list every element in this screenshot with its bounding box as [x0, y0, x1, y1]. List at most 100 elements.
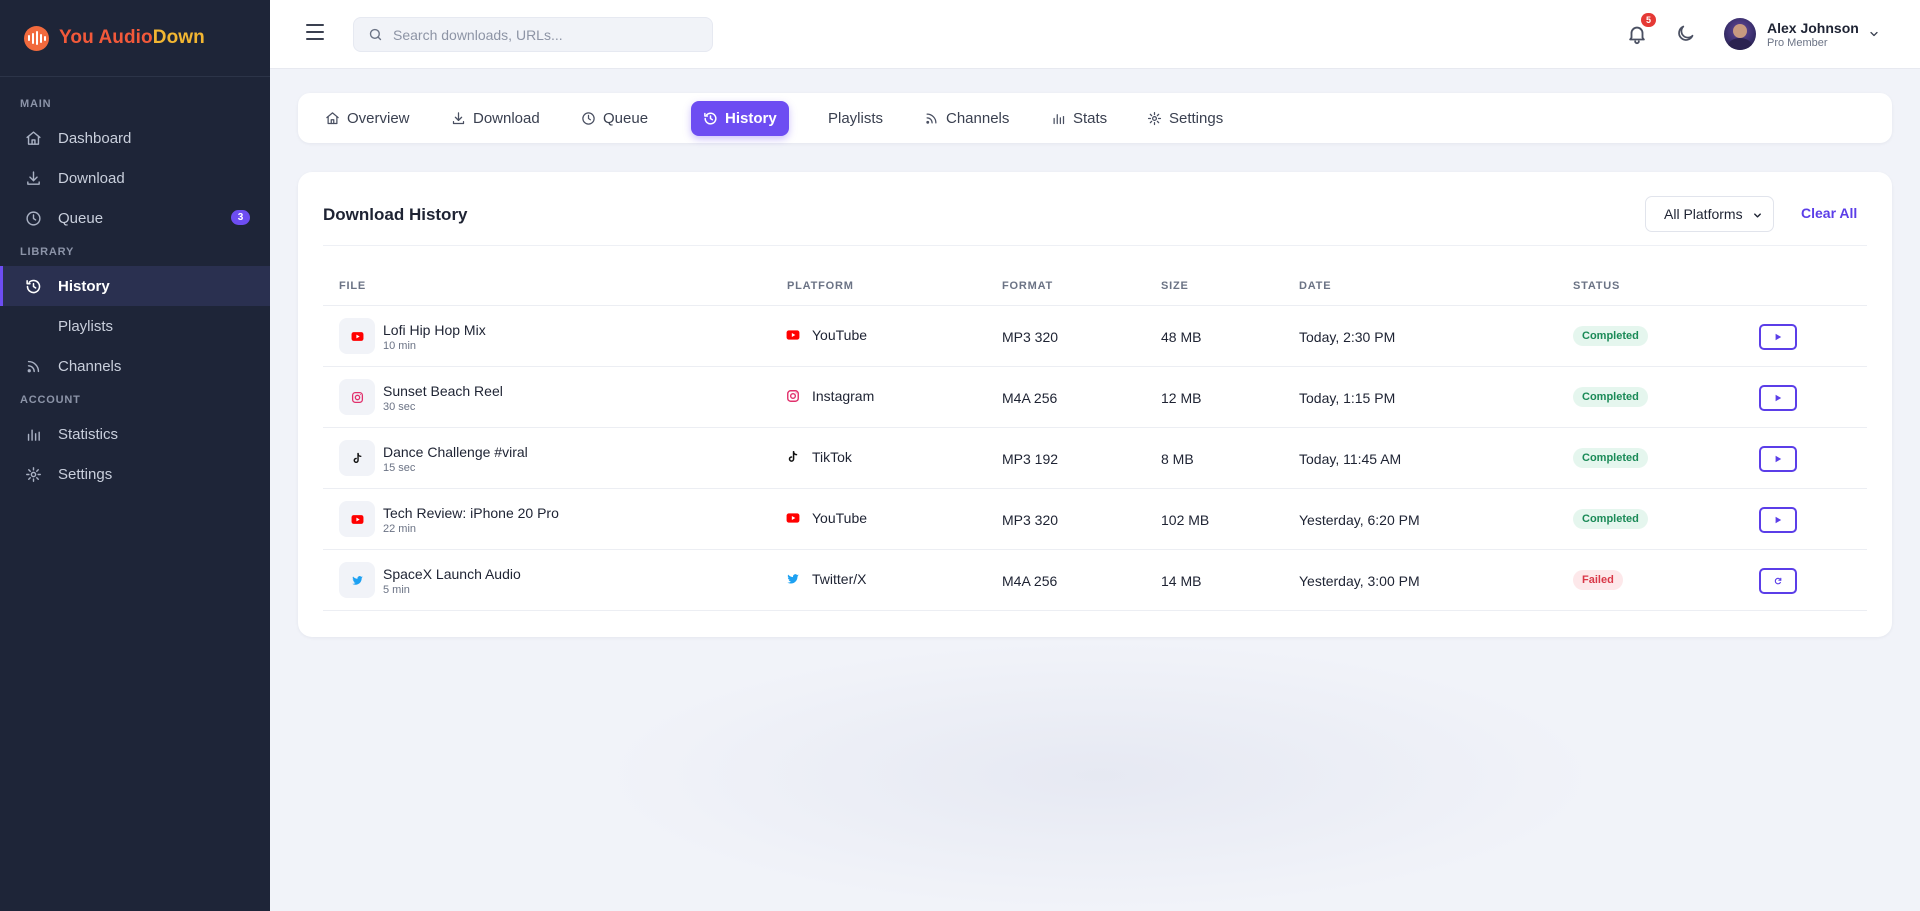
clear-all-button[interactable]: Clear All [1801, 205, 1857, 221]
twitter-bird-icon [787, 574, 799, 584]
column-header-platform[interactable]: PLATFORM [787, 280, 854, 292]
sidebar-item-label: Download [58, 169, 125, 187]
tab-history[interactable]: History [691, 101, 789, 136]
tab-bar: Overview Download Queue History Playlist… [298, 93, 1892, 143]
tab-label: Overview [347, 110, 410, 127]
sidebar-item-queue[interactable]: Queue 3 [0, 198, 270, 238]
table-row[interactable]: Dance Challenge #viral 15 sec TikTok MP3… [323, 428, 1867, 489]
file-name: SpaceX Launch Audio [383, 566, 521, 582]
tab-overview[interactable]: Overview [313, 101, 422, 136]
tab-label: History [725, 110, 777, 127]
top-bar: 5 Alex Johnson Pro Member [270, 0, 1920, 69]
sidebar-item-download[interactable]: Download [0, 158, 270, 198]
search-box[interactable] [353, 17, 713, 52]
column-header-date[interactable]: DATE [1299, 280, 1331, 292]
youtube-icon [339, 501, 375, 537]
retry-button[interactable] [1759, 568, 1797, 594]
table-row[interactable]: SpaceX Launch Audio 5 min Twitter/X M4A … [323, 550, 1867, 611]
bar-chart-icon [1053, 114, 1065, 125]
brand-name-part2: Down [152, 27, 205, 48]
dark-mode-moon-icon[interactable] [1675, 23, 1696, 44]
column-header-size[interactable]: SIZE [1161, 280, 1189, 292]
play-button[interactable] [1759, 446, 1797, 472]
user-role: Pro Member [1767, 37, 1828, 49]
status-badge: Failed [1573, 570, 1623, 590]
play-button[interactable] [1759, 385, 1797, 411]
file-duration: 30 sec [383, 401, 416, 413]
hamburger-menu-icon[interactable] [306, 24, 324, 40]
platform-cell: Twitter/X [786, 571, 866, 587]
youtube-icon [339, 318, 375, 354]
column-header-format[interactable]: FORMAT [1002, 280, 1053, 292]
date-cell: Yesterday, 3:00 PM [1299, 573, 1420, 589]
brand-name: You AudioDown [59, 27, 205, 49]
search-icon [369, 28, 382, 41]
youtube-icon [786, 330, 800, 340]
sidebar-item-settings[interactable]: Settings [0, 454, 270, 494]
platform-cell: YouTube [786, 510, 867, 526]
file-name: Tech Review: iPhone 20 Pro [383, 505, 559, 521]
download-icon [24, 169, 42, 187]
sidebar-item-label: History [58, 277, 110, 295]
instagram-icon [787, 390, 799, 402]
tab-download[interactable]: Download [439, 101, 552, 136]
youtube-icon [786, 513, 800, 523]
play-icon [1775, 333, 1782, 341]
rss-icon [926, 113, 937, 124]
platform-cell: YouTube [786, 327, 867, 343]
file-duration: 5 min [383, 584, 410, 596]
clock-icon [24, 209, 42, 227]
format-cell: M4A 256 [1002, 390, 1058, 406]
tab-queue[interactable]: Queue [569, 101, 660, 136]
tab-playlists[interactable]: Playlists [816, 101, 895, 136]
sidebar-item-label: Statistics [58, 425, 119, 443]
sidebar-item-statistics[interactable]: Statistics [0, 414, 270, 454]
size-cell: 14 MB [1161, 573, 1202, 589]
play-button[interactable] [1759, 507, 1797, 533]
sidebar-item-dashboard[interactable]: Dashboard [0, 118, 270, 158]
column-header-file[interactable]: FILE [339, 280, 366, 292]
search-input[interactable] [393, 26, 693, 43]
file-name: Sunset Beach Reel [383, 383, 503, 399]
history-icon [704, 112, 717, 125]
table-row[interactable]: Lofi Hip Hop Mix 10 min YouTube MP3 320 … [323, 306, 1867, 367]
user-name[interactable]: Alex Johnson [1767, 20, 1859, 36]
user-avatar[interactable] [1724, 18, 1756, 50]
divider [323, 245, 1867, 246]
home-icon [326, 112, 339, 125]
format-cell: MP3 320 [1002, 329, 1059, 345]
table-row[interactable]: Tech Review: iPhone 20 Pro 22 min YouTub… [323, 489, 1867, 550]
platform-filter-select[interactable]: All Platforms [1645, 196, 1774, 232]
sidebar-item-label: Dashboard [58, 129, 132, 147]
format-cell: MP3 192 [1002, 451, 1059, 467]
platform-filter-value: All Platforms [1664, 206, 1743, 222]
play-button[interactable] [1759, 324, 1797, 350]
date-cell: Today, 2:30 PM [1299, 329, 1396, 345]
chevron-down-icon[interactable] [1868, 28, 1880, 40]
sidebar-item-channels[interactable]: Channels [0, 346, 270, 386]
nav-section-main: MAIN [20, 98, 52, 110]
size-cell: 8 MB [1161, 451, 1194, 467]
tab-label: Queue [603, 110, 649, 127]
sidebar-item-playlists[interactable]: Playlists [0, 306, 270, 346]
brand-name-part1: You Audio [59, 27, 153, 48]
nav-section-library: LIBRARY [20, 246, 75, 258]
column-header-status[interactable]: STATUS [1573, 280, 1620, 292]
size-cell: 48 MB [1161, 329, 1202, 345]
tab-stats[interactable]: Stats [1039, 101, 1119, 136]
background-decoration [600, 640, 1600, 911]
tab-channels[interactable]: Channels [912, 101, 1021, 136]
date-cell: Today, 1:15 PM [1299, 390, 1396, 406]
sidebar-item-label: Channels [58, 357, 122, 375]
tab-settings[interactable]: Settings [1135, 101, 1235, 136]
format-cell: M4A 256 [1002, 573, 1058, 589]
date-cell: Yesterday, 6:20 PM [1299, 512, 1420, 528]
sidebar-item-history[interactable]: History [0, 266, 270, 306]
instagram-icon [339, 379, 375, 415]
tab-label: Stats [1073, 110, 1108, 127]
brand[interactable]: You AudioDown [0, 0, 270, 77]
bar-chart-icon [24, 425, 42, 443]
file-duration: 22 min [383, 523, 417, 535]
table-row[interactable]: Sunset Beach Reel 30 sec Instagram M4A 2… [323, 367, 1867, 428]
tab-label: Channels [946, 110, 1010, 127]
